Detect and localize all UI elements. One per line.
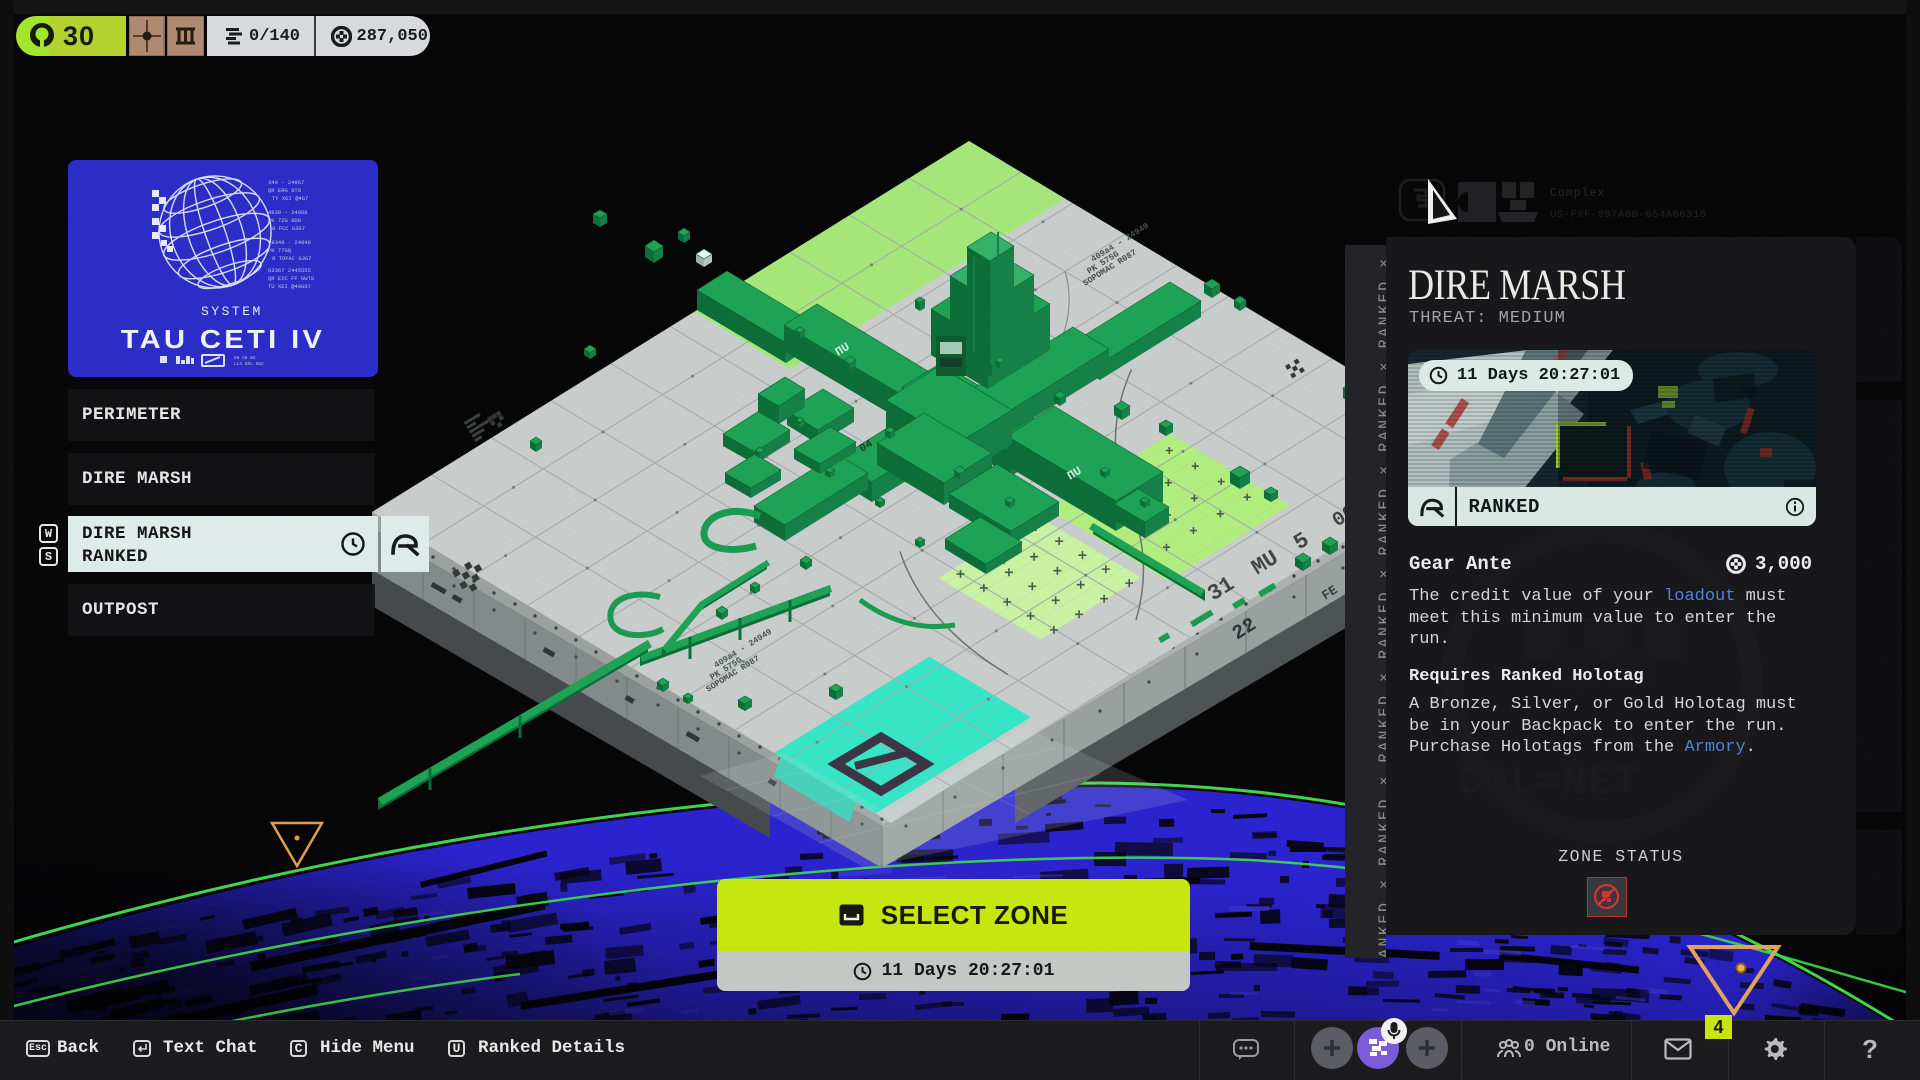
svg-text:88 G8 W2: 88 G8 W2 xyxy=(234,355,256,361)
svg-text:G3367 2445555: G3367 2445555 xyxy=(268,267,311,274)
svg-text:349 - 24967: 349 - 24967 xyxy=(268,179,304,186)
svg-text:Complex: Complex xyxy=(1550,187,1605,200)
svg-text:PK 77GQ: PK 77GQ xyxy=(268,247,292,254)
svg-text:SYSTEM: SYSTEM xyxy=(201,304,263,319)
svg-text:4839 - 24868: 4839 - 24868 xyxy=(268,209,308,216)
svg-text:QR ERG 8T8: QR ERG 8T8 xyxy=(268,187,301,194)
svg-text:QR EXC FF GWT8: QR EXC FF GWT8 xyxy=(268,275,314,282)
svg-text:8 TOFAC G3G7: 8 TOFAC G3G7 xyxy=(272,255,312,262)
svg-text:PK 7ZG 8D8: PK 7ZG 8D8 xyxy=(268,217,301,224)
svg-text:49349 - 24848: 49349 - 24848 xyxy=(268,239,311,246)
svg-text:TU XEI @4GG87: TU XEI @4GG87 xyxy=(268,283,311,290)
svg-text:8 FCC G3G7: 8 FCC G3G7 xyxy=(272,225,305,232)
svg-text:TY XEI @4G7: TY XEI @4G7 xyxy=(272,195,308,202)
svg-text:US-FXF-897A8D-654A6631S: US-FXF-897A8D-654A6631S xyxy=(1550,209,1706,221)
svg-text:COL=NET: COL=NET xyxy=(1458,761,1640,806)
svg-text:TAU CETI IV: TAU CETI IV xyxy=(121,324,326,353)
svg-text:LL3 8DL 5W2: LL3 8DL 5W2 xyxy=(234,361,264,367)
